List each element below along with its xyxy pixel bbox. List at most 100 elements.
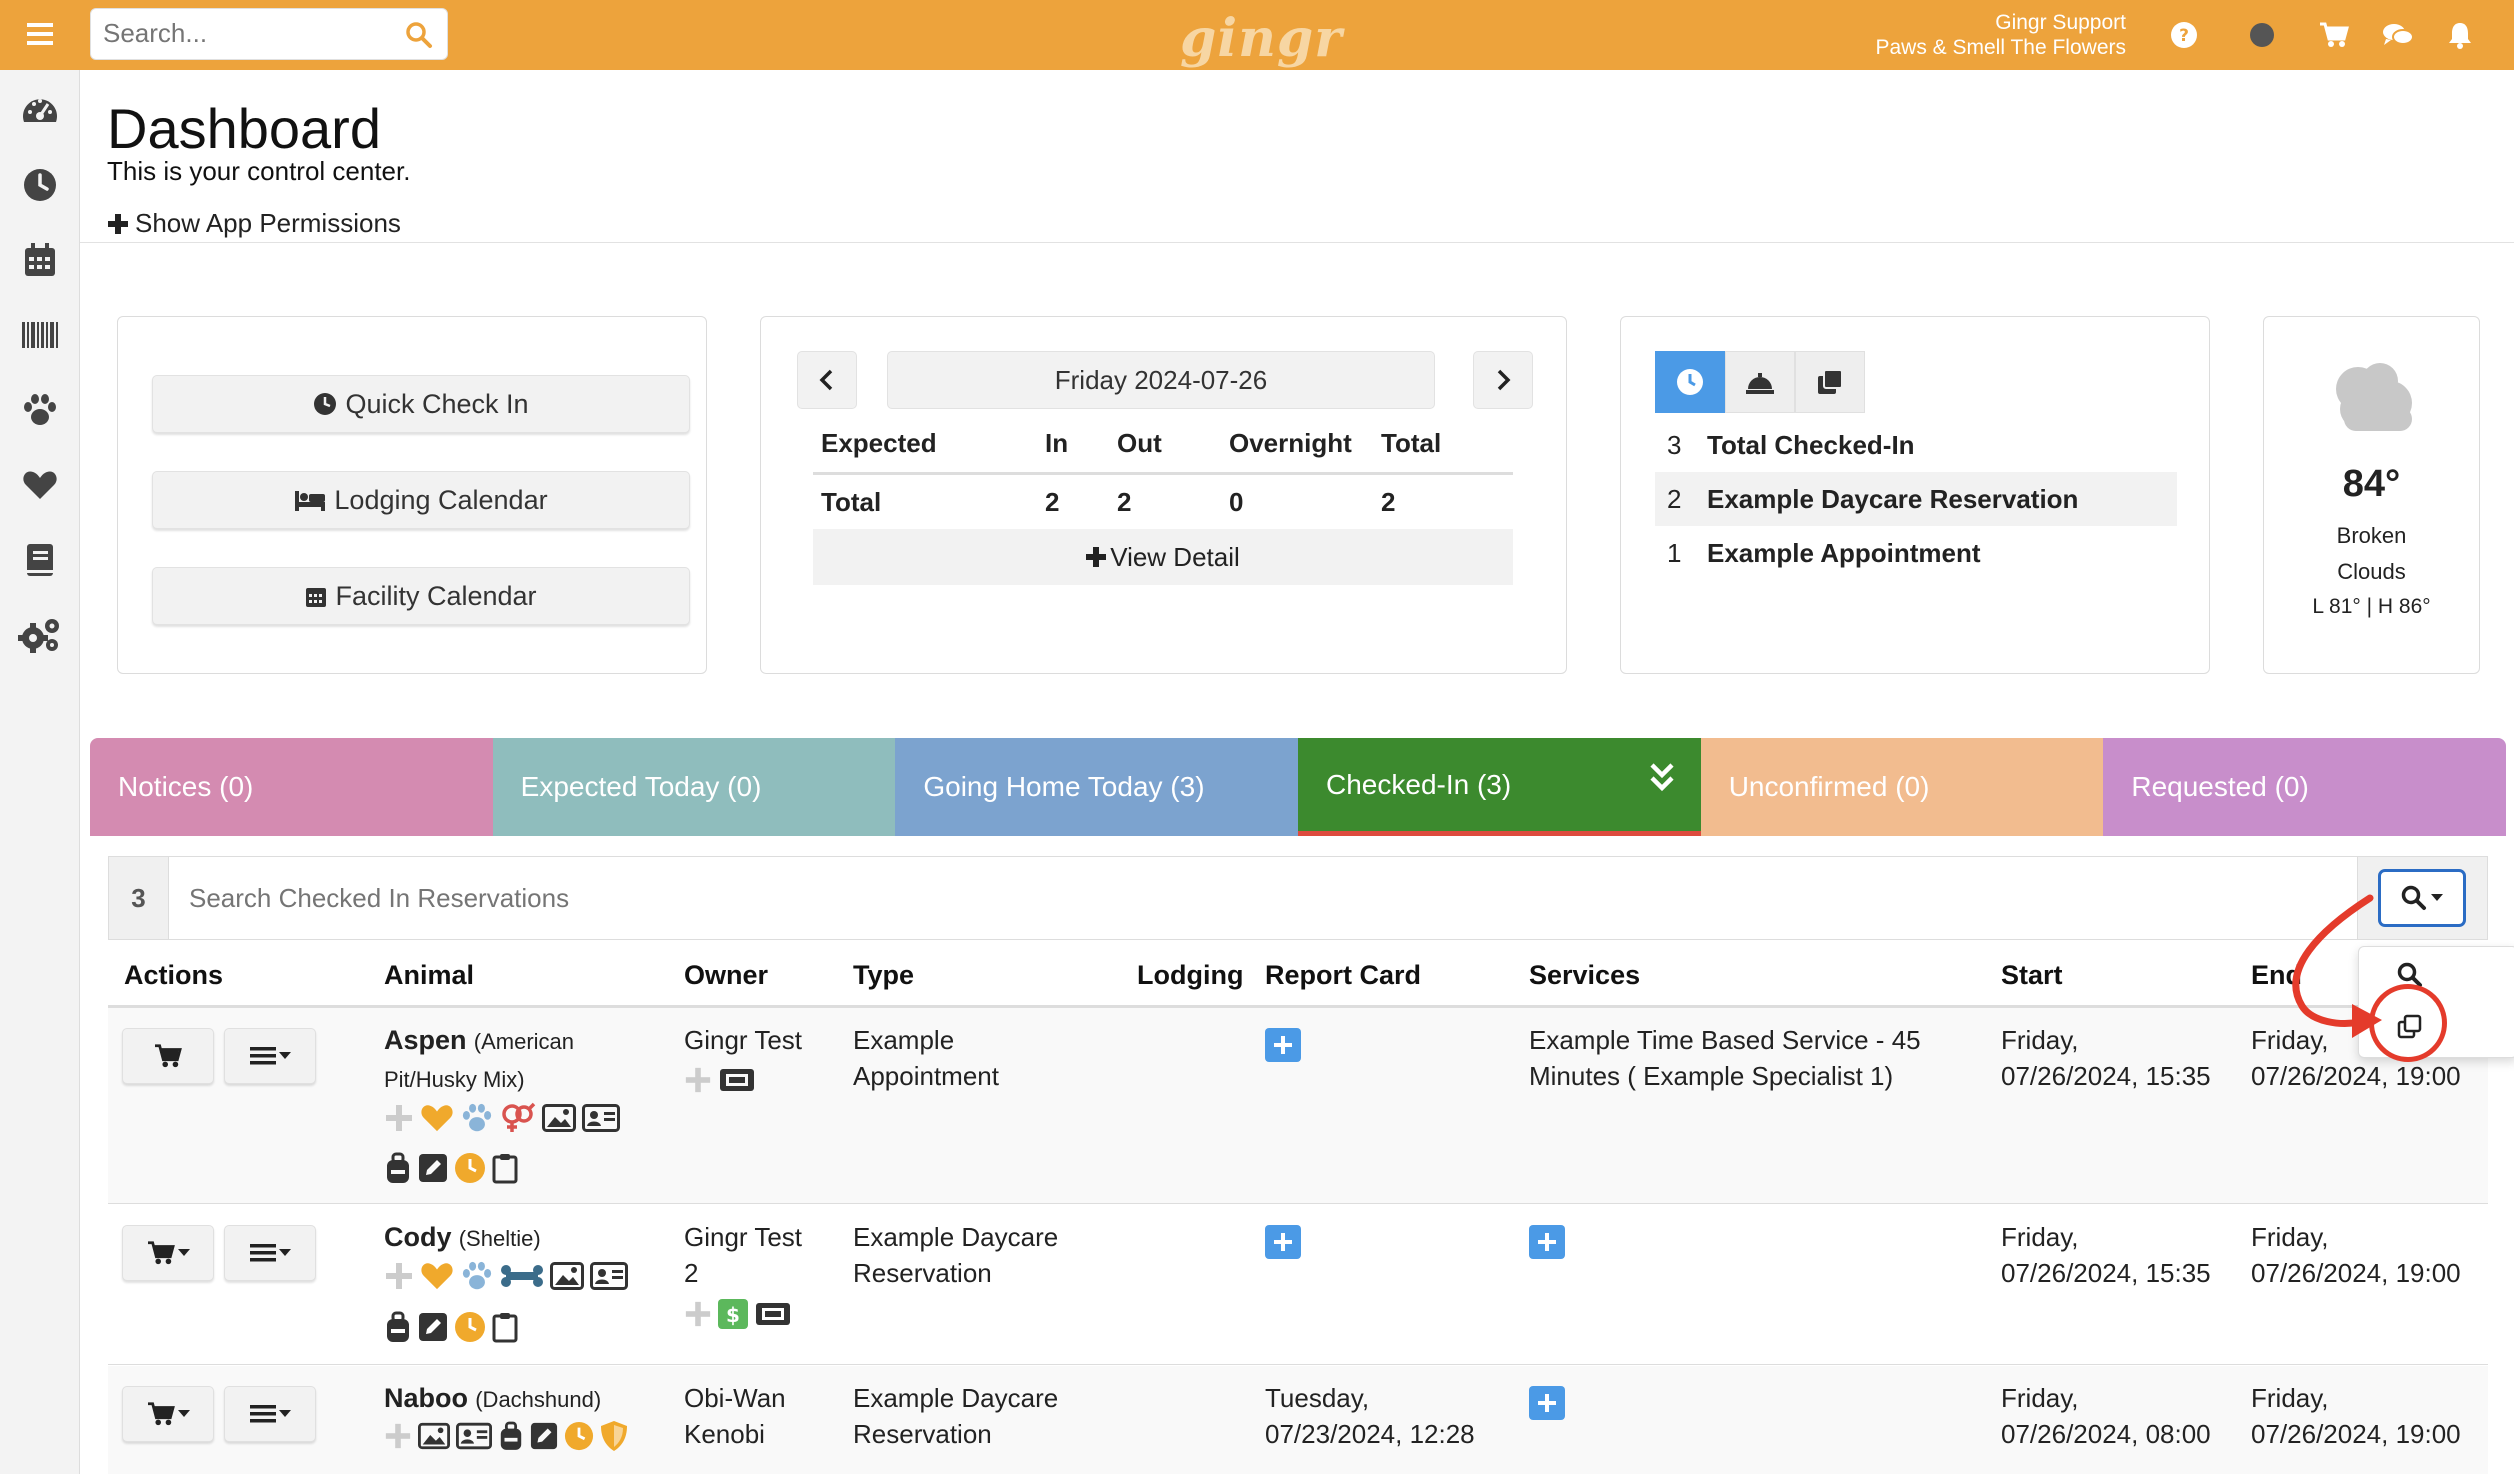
row-menu-button[interactable] (224, 1386, 316, 1442)
heart-icon[interactable] (420, 1103, 454, 1133)
sidebar-item-favorites[interactable] (10, 455, 70, 515)
type-cell: Example Appointment (853, 1022, 999, 1094)
sidebar-item-history[interactable] (10, 155, 70, 215)
plus-gray-icon[interactable] (384, 1422, 412, 1450)
owner-name-link[interactable]: Gingr Test (684, 1025, 802, 1055)
hamburger-menu-button[interactable] (6, 6, 74, 62)
image-icon[interactable] (418, 1422, 450, 1450)
edit-icon[interactable] (418, 1312, 448, 1342)
row-menu-button[interactable] (224, 1225, 316, 1281)
plus-gray-icon[interactable] (384, 1103, 414, 1133)
gingr-logo[interactable]: gingr (1180, 8, 1343, 69)
facility-calendar-button[interactable]: Facility Calendar (152, 567, 690, 625)
double-chevron-down-icon[interactable] (1649, 762, 1675, 794)
image-icon[interactable] (542, 1104, 576, 1132)
owner-name-cont[interactable]: Kenobi (684, 1419, 765, 1449)
sidebar-item-calendar[interactable] (10, 230, 70, 290)
user-info[interactable]: Gingr Support Paws & Smell The Flowers (1875, 10, 2126, 60)
checked-in-view-button[interactable] (1655, 351, 1725, 413)
tab-requested[interactable]: Requested (0) (2103, 738, 2507, 836)
clipboard-icon[interactable] (492, 1152, 518, 1184)
shield-icon[interactable] (600, 1420, 628, 1452)
view-detail-button[interactable]: View Detail (813, 529, 1513, 585)
tab-unconfirmed[interactable]: Unconfirmed (0) (1700, 738, 2104, 836)
tab-expected-today[interactable]: Expected Today (0) (492, 738, 896, 836)
ticket-icon[interactable] (754, 1300, 792, 1328)
add-service-button[interactable] (1529, 1225, 1565, 1259)
row-cart-button[interactable] (122, 1028, 214, 1084)
checked-in-search-input[interactable] (189, 875, 2089, 921)
chat-icon[interactable] (2378, 18, 2418, 52)
status-indicator-icon[interactable] (2242, 18, 2282, 52)
selected-date[interactable]: Friday 2024-07-26 (887, 351, 1435, 409)
edit-icon[interactable] (418, 1153, 448, 1183)
heart-icon[interactable] (420, 1261, 454, 1291)
ticket-icon[interactable] (718, 1066, 756, 1094)
animal-name-link[interactable]: Aspen (384, 1025, 467, 1055)
image-icon[interactable] (550, 1262, 584, 1290)
copy-view-button[interactable] (1795, 351, 1865, 413)
clock-orange-icon[interactable] (454, 1152, 486, 1184)
cart-icon[interactable] (2314, 18, 2354, 52)
paw-icon[interactable] (460, 1103, 494, 1133)
help-icon[interactable]: ? (2164, 18, 2204, 52)
search-icon[interactable] (405, 21, 433, 49)
add-service-button[interactable] (1529, 1386, 1565, 1420)
sidebar-item-reports[interactable] (10, 530, 70, 590)
sidebar-item-settings[interactable] (10, 605, 70, 665)
summary-col-in: In (1037, 415, 1109, 475)
animal-name-link[interactable]: Naboo (384, 1383, 468, 1413)
row-cart-dropdown-button[interactable] (122, 1225, 214, 1281)
previous-day-button[interactable] (797, 351, 857, 409)
col-owner: Owner (684, 960, 769, 990)
owner-name-cont[interactable]: 2 (684, 1258, 698, 1288)
type-line1: Example Daycare (853, 1383, 1059, 1413)
paw-icon[interactable] (460, 1261, 494, 1291)
tab-going-home-today[interactable]: Going Home Today (3) (895, 738, 1299, 836)
id-card-icon[interactable] (582, 1104, 620, 1132)
backpack-icon[interactable] (384, 1311, 412, 1343)
plus-gray-icon[interactable] (384, 1261, 414, 1291)
next-day-button[interactable] (1473, 351, 1533, 409)
add-report-card-button[interactable] (1265, 1028, 1301, 1062)
owner-name-link[interactable]: Gingr Test (684, 1222, 802, 1252)
edit-icon[interactable] (530, 1422, 558, 1450)
quick-check-in-button[interactable]: Quick Check In (152, 375, 690, 433)
sidebar-item-pos[interactable] (10, 305, 70, 365)
clock-orange-icon[interactable] (454, 1311, 486, 1343)
plus-icon (1274, 1036, 1292, 1054)
backpack-icon[interactable] (384, 1152, 412, 1184)
service-view-button[interactable] (1725, 351, 1795, 413)
dollar-icon[interactable]: $ (718, 1299, 748, 1329)
tab-checked-in[interactable]: Checked-In (3) (1298, 738, 1701, 836)
checked-in-summary-row[interactable]: 1 Example Appointment (1655, 526, 2177, 580)
animal-name-link[interactable]: Cody (384, 1222, 452, 1252)
animal-breed: (Dachshund) (475, 1387, 602, 1412)
show-app-permissions-link[interactable]: Show App Permissions (107, 208, 401, 239)
checked-in-summary-row[interactable]: 3 Total Checked-In (1655, 418, 2177, 472)
clipboard-icon[interactable] (492, 1311, 518, 1343)
add-report-card-button[interactable] (1265, 1225, 1301, 1259)
backpack-icon[interactable] (498, 1421, 524, 1451)
lodging-calendar-button[interactable]: Lodging Calendar (152, 471, 690, 529)
id-card-icon[interactable] (590, 1262, 628, 1290)
tab-notices[interactable]: Notices (0) (90, 738, 493, 836)
search-options-dropdown-button[interactable] (2378, 869, 2466, 927)
clock-orange-icon[interactable] (564, 1421, 594, 1451)
id-card-icon[interactable] (456, 1422, 492, 1450)
owner-name-link[interactable]: Obi-Wan (684, 1383, 786, 1413)
row-cart-dropdown-button[interactable] (122, 1386, 214, 1442)
notifications-bell-icon[interactable] (2440, 18, 2480, 52)
report-card-line2[interactable]: 07/23/2024, 12:28 (1265, 1419, 1475, 1449)
plus-gray-icon[interactable] (684, 1300, 712, 1328)
gender-icon[interactable] (500, 1102, 536, 1134)
row-menu-button[interactable] (224, 1028, 316, 1084)
services-line2: Minutes ( Example Specialist 1) (1529, 1061, 1894, 1091)
global-search-input[interactable] (103, 9, 393, 57)
plus-gray-icon[interactable] (684, 1066, 712, 1094)
bone-icon[interactable] (500, 1263, 544, 1289)
sidebar-item-dashboard[interactable] (10, 80, 70, 140)
sidebar-item-animals[interactable] (10, 380, 70, 440)
report-card-line1[interactable]: Tuesday, (1265, 1383, 1369, 1413)
checked-in-summary-row[interactable]: 2 Example Daycare Reservation (1655, 472, 2177, 526)
